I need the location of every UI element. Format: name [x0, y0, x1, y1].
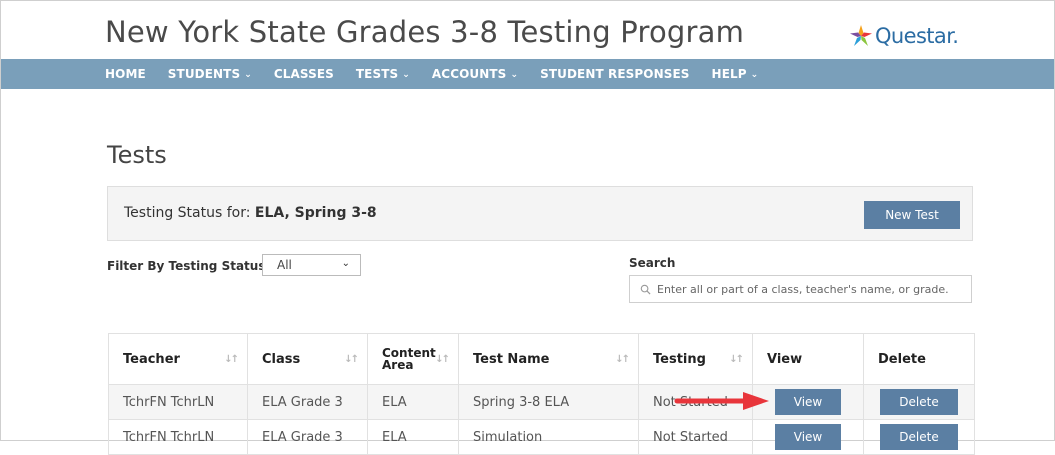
- nav-accounts[interactable]: ACCOUNTS ⌄: [432, 67, 518, 81]
- testing-status-panel: Testing Status for: ELA, Spring 3-8 New …: [107, 186, 973, 241]
- testing-status-filter-select[interactable]: All ⌄: [262, 254, 361, 276]
- nav-label: STUDENT RESPONSES: [540, 67, 690, 81]
- chevron-down-icon: ⌄: [510, 70, 519, 80]
- column-header-class[interactable]: Class ↓↑: [247, 333, 368, 385]
- sort-icon[interactable]: ↓↑: [224, 354, 239, 365]
- nav-label: CLASSES: [273, 67, 334, 81]
- column-header-view: View: [752, 333, 864, 385]
- cell-delete: Delete: [863, 419, 975, 455]
- cell-teacher: TchrFN TchrLN: [108, 384, 248, 420]
- page-title: Tests: [107, 141, 167, 169]
- nav-classes[interactable]: CLASSES: [274, 67, 334, 81]
- cell-view: View: [752, 384, 864, 420]
- testing-status-label: Testing Status for: ELA, Spring 3-8: [124, 205, 377, 221]
- tests-table: Teacher ↓↑ Class ↓↑ Content Area ↓↑ Test Nam…: [108, 333, 975, 455]
- brand-logo[interactable]: Questar.: [849, 21, 959, 51]
- column-label: Testing: [653, 351, 706, 367]
- cell-class: ELA Grade 3: [247, 384, 368, 420]
- nav-student-responses[interactable]: STUDENT RESPONSES: [540, 67, 689, 81]
- chevron-down-icon: ⌄: [244, 70, 252, 80]
- nav-tests[interactable]: TESTS ⌄: [356, 67, 410, 81]
- sort-icon[interactable]: ↓↑: [435, 354, 450, 365]
- view-button[interactable]: View: [775, 424, 841, 450]
- app-title: New York State Grades 3-8 Testing Progra…: [105, 15, 745, 49]
- nav-home[interactable]: HOME: [105, 67, 146, 81]
- nav-help[interactable]: HELP ⌄: [712, 67, 759, 81]
- cell-content-area: ELA: [367, 384, 459, 420]
- nav-label: HELP: [711, 67, 747, 81]
- new-test-button[interactable]: New Test: [864, 201, 960, 229]
- sort-icon[interactable]: ↓↑: [344, 354, 359, 365]
- search-input[interactable]: [657, 282, 967, 296]
- column-label: Test Name: [473, 351, 550, 367]
- search-box[interactable]: [629, 275, 972, 303]
- column-header-test-name[interactable]: Test Name ↓↑: [458, 333, 639, 385]
- chevron-down-icon: ⌄: [341, 258, 350, 269]
- column-header-delete: Delete: [863, 333, 975, 385]
- nav-label: STUDENTS: [167, 67, 241, 81]
- table-row: TchrFN TchrLN ELA Grade 3 ELA Simulation…: [108, 419, 975, 455]
- nav-label: TESTS: [355, 67, 399, 81]
- chevron-down-icon: ⌄: [402, 70, 410, 80]
- column-header-content-area[interactable]: Content Area ↓↑: [367, 333, 459, 385]
- status-prefix: Testing Status for:: [124, 205, 255, 221]
- cell-test-name: Spring 3-8 ELA: [458, 384, 639, 420]
- column-label: Teacher: [123, 351, 180, 367]
- column-label: View: [767, 351, 803, 367]
- cell-testing-status: Not Started: [638, 419, 753, 455]
- column-label: Class: [262, 351, 301, 367]
- delete-button[interactable]: Delete: [880, 389, 958, 415]
- table-header-row: Teacher ↓↑ Class ↓↑ Content Area ↓↑ Test Nam…: [108, 333, 975, 385]
- sort-icon[interactable]: ↓↑: [729, 354, 744, 365]
- column-header-teacher[interactable]: Teacher ↓↑: [108, 333, 248, 385]
- filter-selected-value: All: [277, 258, 292, 272]
- cell-view: View: [752, 419, 864, 455]
- column-label: Delete: [878, 351, 926, 367]
- search-label: Search: [629, 256, 676, 270]
- cell-content-area: ELA: [367, 419, 459, 455]
- chevron-down-icon: ⌄: [750, 70, 759, 80]
- testing-status-value: ELA, Spring 3-8: [254, 205, 377, 221]
- nav-label: ACCOUNTS: [431, 67, 507, 81]
- table-row: TchrFN TchrLN ELA Grade 3 ELA Spring 3-8…: [108, 384, 975, 420]
- questar-star-icon: [850, 25, 872, 46]
- cell-teacher: TchrFN TchrLN: [108, 419, 248, 455]
- nav-students[interactable]: STUDENTS ⌄: [168, 67, 252, 81]
- column-header-testing[interactable]: Testing ↓↑: [638, 333, 753, 385]
- cell-testing-status: Not Started: [638, 384, 753, 420]
- cell-class: ELA Grade 3: [247, 419, 368, 455]
- search-icon: [640, 284, 651, 295]
- sort-icon[interactable]: ↓↑: [615, 354, 630, 365]
- brand-name: Questar.: [875, 24, 959, 48]
- cell-test-name: Simulation: [458, 419, 639, 455]
- main-nav: HOME STUDENTS ⌄ CLASSES TESTS ⌄ ACCOUNTS ⌄ …: [1, 59, 1054, 89]
- cell-delete: Delete: [863, 384, 975, 420]
- view-button[interactable]: View: [775, 389, 841, 415]
- nav-label: HOME: [105, 67, 146, 81]
- delete-button[interactable]: Delete: [880, 424, 958, 450]
- filter-label: Filter By Testing Status:: [107, 259, 271, 273]
